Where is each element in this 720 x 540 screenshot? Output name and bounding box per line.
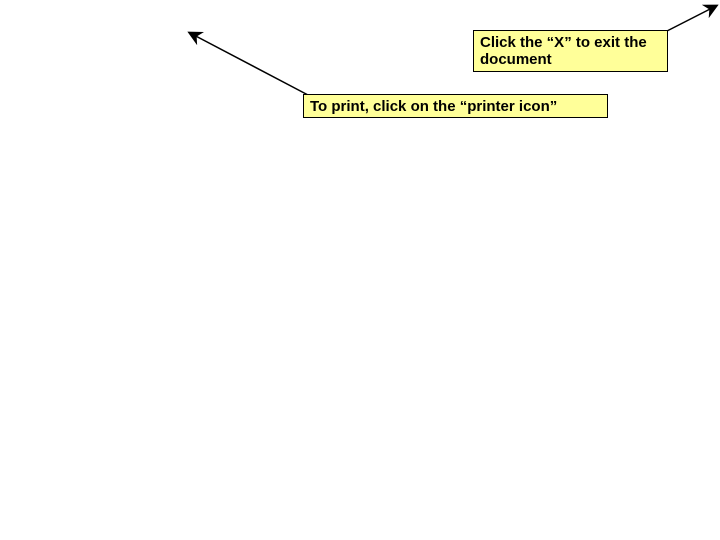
callout-print-text: To print, click on the “printer icon” [310,98,557,115]
arrow-to-printer-icon [190,33,308,95]
callout-exit-text: Click the “X” to exit the document [480,34,647,68]
callout-print-icon: To print, click on the “printer icon” [303,94,608,118]
arrows-layer [0,0,720,540]
callout-exit-document: Click the “X” to exit the document [473,30,668,72]
arrow-to-close-x [667,6,716,31]
annotation-canvas: Click the “X” to exit the document To pr… [0,0,720,540]
